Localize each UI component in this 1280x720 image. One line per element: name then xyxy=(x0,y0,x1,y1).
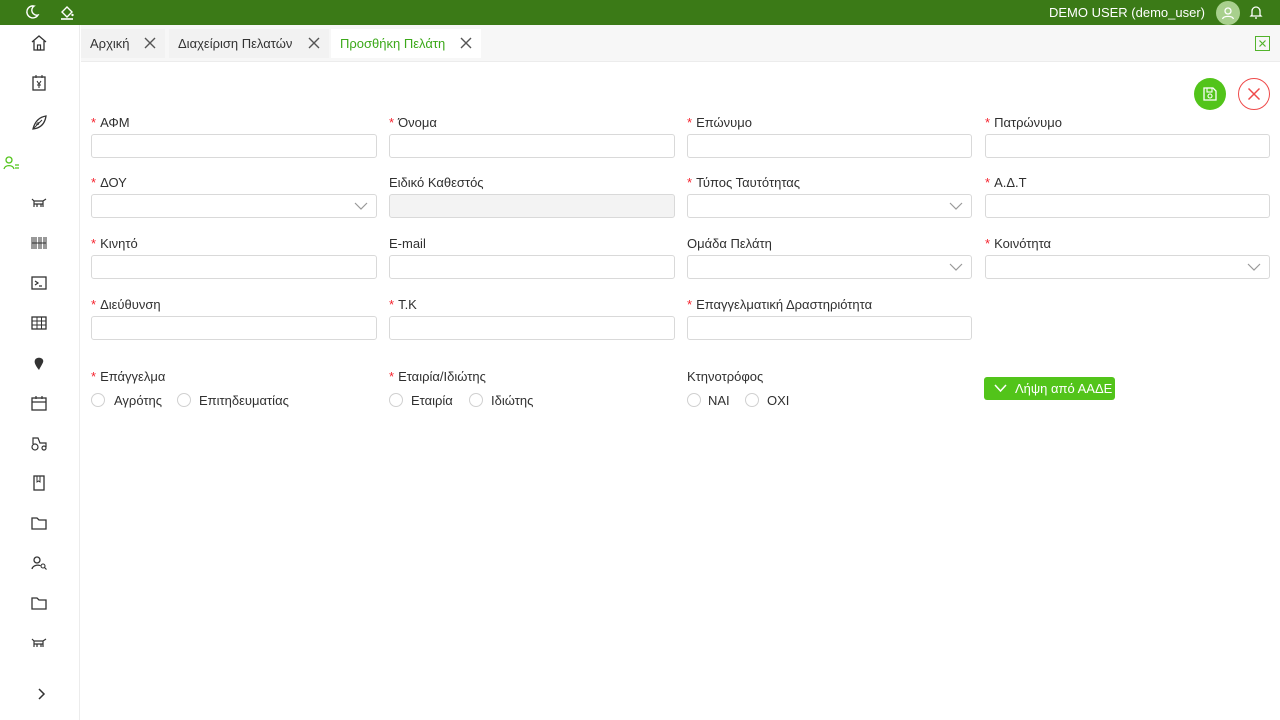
user-avatar-icon[interactable] xyxy=(1216,1,1240,25)
surname-label: * Επώνυμο xyxy=(687,115,752,130)
tab-label: Διαχείριση Πελατών xyxy=(178,36,293,51)
special-status-label: Ειδικό Καθεστός xyxy=(389,175,484,190)
company-label: Εταιρία xyxy=(411,393,453,408)
moon-icon[interactable] xyxy=(23,3,41,21)
tab-add-customer[interactable]: Προσθήκη Πελάτη xyxy=(331,29,481,58)
livestock-no-radio[interactable] xyxy=(745,393,759,407)
book-icon[interactable] xyxy=(28,472,50,494)
customer-group-label: Ομάδα Πελάτη xyxy=(687,236,772,251)
company-type-label: * Εταιρία/Ιδιώτης xyxy=(389,369,486,384)
chevron-down-icon xyxy=(354,202,368,210)
chevron-down-icon xyxy=(1247,263,1261,271)
leaf-icon[interactable] xyxy=(28,112,50,134)
community-label: * Κοινότητα xyxy=(985,236,1052,251)
fetch-from-aade-button[interactable]: Λήψη από ΑΑΔΕ xyxy=(984,377,1115,400)
customer-group-select[interactable] xyxy=(687,255,972,279)
close-icon[interactable] xyxy=(307,36,321,50)
mobile-field[interactable] xyxy=(91,255,377,279)
profession-business-label: Επιτηδευματίας xyxy=(199,393,289,408)
user-search-icon[interactable] xyxy=(28,552,50,574)
tractor-icon[interactable] xyxy=(28,432,50,454)
postal-code-field[interactable] xyxy=(389,316,675,340)
user-settings-icon[interactable] xyxy=(0,152,22,174)
address-field[interactable] xyxy=(91,316,377,340)
special-status-field xyxy=(389,194,675,218)
livestock-label: Κτηνοτρόφος xyxy=(687,369,764,384)
calendar-icon[interactable] xyxy=(28,392,50,414)
tab-label: Αρχική xyxy=(90,36,130,51)
paint-bucket-icon[interactable] xyxy=(58,3,76,21)
tab-customer-management[interactable]: Διαχείριση Πελατών xyxy=(169,29,329,58)
profession-farmer-label: Αγρότης xyxy=(114,393,163,408)
aade-button-label: Λήψη από ΑΑΔΕ xyxy=(1015,381,1113,396)
company-radio[interactable] xyxy=(389,393,403,407)
name-field[interactable] xyxy=(389,134,675,158)
close-all-tabs-icon[interactable] xyxy=(1255,36,1270,51)
tab-label: Προσθήκη Πελάτη xyxy=(340,36,446,51)
father-name-label: * Πατρώνυμο xyxy=(985,115,1062,130)
user-name[interactable]: DEMO USER (demo_user) xyxy=(1049,5,1205,20)
address-label: * Διεύθυνση xyxy=(91,297,161,312)
folder-icon[interactable] xyxy=(28,512,50,534)
terminal-icon[interactable] xyxy=(28,272,50,294)
map-pin-icon[interactable] xyxy=(28,352,50,374)
private-radio[interactable] xyxy=(469,393,483,407)
livestock-yes-radio[interactable] xyxy=(687,393,701,407)
email-field[interactable] xyxy=(389,255,675,279)
mobile-label: * Κινητό xyxy=(91,236,138,251)
adt-field[interactable] xyxy=(985,194,1270,218)
father-name-field[interactable] xyxy=(985,134,1270,158)
surname-field[interactable] xyxy=(687,134,972,158)
chevron-down-icon xyxy=(994,384,1007,393)
close-icon[interactable] xyxy=(143,36,157,50)
doy-select[interactable] xyxy=(91,194,377,218)
email-label: E-mail xyxy=(389,236,426,251)
livestock-no-label: ΟΧΙ xyxy=(767,393,790,408)
activity-label: * Επαγγελματική Δραστηριότητα xyxy=(687,297,873,312)
save-icon xyxy=(1203,87,1217,101)
profession-farmer-radio[interactable] xyxy=(91,393,105,407)
table-icon[interactable] xyxy=(28,312,50,334)
livestock-yes-label: ΝΑΙ xyxy=(708,393,730,408)
tab-home[interactable]: Αρχική xyxy=(81,29,165,58)
name-label: * Όνομα xyxy=(389,115,437,130)
barcode-icon[interactable] xyxy=(28,232,50,254)
save-button[interactable] xyxy=(1194,78,1226,110)
id-type-select[interactable] xyxy=(687,194,972,218)
community-select[interactable] xyxy=(985,255,1270,279)
postal-code-label: * Τ.Κ xyxy=(389,297,417,312)
close-icon xyxy=(1247,87,1261,101)
afm-field[interactable] xyxy=(91,134,377,158)
cow-icon[interactable] xyxy=(28,632,50,654)
calendar-yen-icon[interactable] xyxy=(28,72,50,94)
tab-bar: Αρχική Διαχείριση Πελατών Προσθήκη Πελάτ… xyxy=(81,25,1280,62)
folder-icon[interactable] xyxy=(28,592,50,614)
top-bar: DEMO USER (demo_user) xyxy=(0,0,1280,25)
profession-business-radio[interactable] xyxy=(177,393,191,407)
sidebar xyxy=(0,25,80,720)
adt-label: * Α.Δ.Τ xyxy=(985,175,1027,190)
chevron-down-icon xyxy=(949,263,963,271)
bell-icon[interactable] xyxy=(1247,3,1265,21)
chevron-right-icon[interactable] xyxy=(30,683,52,705)
cow-icon[interactable] xyxy=(28,192,50,214)
profession-label: * Επάγγελμα xyxy=(91,369,166,384)
cancel-button[interactable] xyxy=(1238,78,1270,110)
doy-label: * ΔΟΥ xyxy=(91,175,127,190)
private-label: Ιδιώτης xyxy=(491,393,534,408)
activity-field[interactable] xyxy=(687,316,972,340)
home-icon[interactable] xyxy=(28,32,50,54)
id-type-label: * Τύπος Ταυτότητας xyxy=(687,175,801,190)
chevron-down-icon xyxy=(949,202,963,210)
close-icon[interactable] xyxy=(459,36,473,50)
afm-label: * ΑΦΜ xyxy=(91,115,130,130)
